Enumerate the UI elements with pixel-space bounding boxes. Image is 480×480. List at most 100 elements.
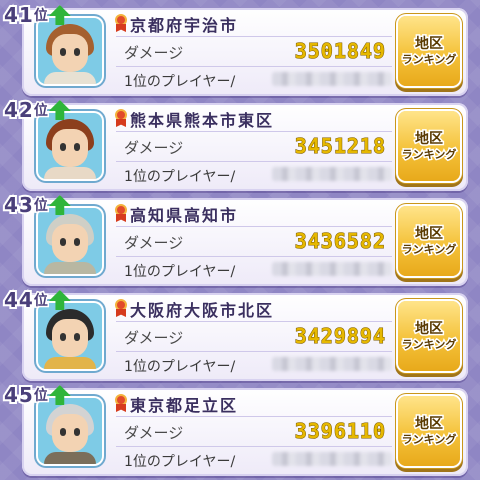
medal-ribbon-icon (114, 394, 128, 412)
button-line2: ランキング (400, 241, 458, 257)
avatar-face (52, 34, 88, 72)
avatar-right-eye (74, 143, 80, 151)
avatar-face (52, 224, 88, 262)
ranking-row: 42 位 熊本県熊本市東区 ダメージ 3451218 1位のプレイヤー/ 地区 … (2, 96, 468, 191)
rank-suffix: 位 (32, 197, 49, 216)
avatar-body (44, 262, 96, 274)
avatar-left-eye (60, 333, 66, 341)
avatar-body (44, 452, 96, 464)
button-line2: ランキング (400, 431, 458, 447)
rank-up-arrow-icon (48, 100, 71, 120)
button-line1: 地区 (414, 130, 445, 149)
divider (116, 446, 392, 447)
divider (116, 66, 392, 67)
avatar-left-eye (60, 238, 66, 246)
damage-label: ダメージ (124, 329, 184, 347)
top-player-label: 1位のプレイヤー/ (124, 74, 236, 90)
button-line1: 地区 (414, 320, 445, 339)
rank-up-arrow-icon (48, 195, 71, 215)
damage-value: 3429894 (294, 324, 386, 349)
avatar-face (52, 414, 88, 452)
ranking-list: 41 位 京都府宇治市 ダメージ 3501849 1位のプレイヤー/ 地区 ラン… (0, 0, 480, 480)
region-name: 高知県高知市 (130, 206, 239, 225)
rank-number: 44 (2, 286, 35, 314)
rank-up-arrow-icon (48, 5, 71, 25)
top-player-name-blurred (272, 72, 392, 86)
region-name: 京都府宇治市 (130, 16, 239, 35)
damage-label: ダメージ (124, 139, 184, 157)
medal-ribbon-icon (114, 299, 128, 317)
damage-label: ダメージ (124, 44, 184, 62)
avatar-face (52, 129, 88, 167)
avatar-face (52, 319, 88, 357)
top-player-name-blurred (272, 357, 392, 371)
rank-suffix: 位 (32, 387, 49, 406)
rank-number: 42 (2, 96, 35, 124)
rank-suffix: 位 (32, 102, 49, 121)
rank-badge: 44 位 (2, 286, 71, 314)
divider (116, 256, 392, 257)
region-ranking-button[interactable]: 地区 ランキング (398, 16, 460, 86)
rank-up-arrow-icon (48, 290, 71, 310)
medal-ribbon-icon (114, 14, 128, 32)
avatar-right-eye (74, 48, 80, 56)
button-line2: ランキング (400, 51, 458, 67)
ranking-row: 41 位 京都府宇治市 ダメージ 3501849 1位のプレイヤー/ 地区 ラン… (2, 1, 468, 96)
divider (116, 416, 392, 417)
rank-badge: 43 位 (2, 191, 71, 219)
divider (116, 36, 392, 37)
rank-suffix: 位 (32, 7, 49, 26)
divider (116, 161, 392, 162)
damage-label: ダメージ (124, 424, 184, 442)
button-line2: ランキング (400, 336, 458, 352)
divider (116, 226, 392, 227)
top-player-label: 1位のプレイヤー/ (124, 169, 236, 185)
region-name: 大阪府大阪市北区 (130, 301, 275, 320)
damage-value: 3501849 (294, 39, 386, 64)
ranking-row: 44 位 大阪府大阪市北区 ダメージ 3429894 1位のプレイヤー/ 地区 … (2, 286, 468, 381)
damage-value: 3396110 (294, 419, 386, 444)
ranking-row: 45 位 東京都足立区 ダメージ 3396110 1位のプレイヤー/ 地区 ラン… (2, 381, 468, 476)
top-player-label: 1位のプレイヤー/ (124, 264, 236, 280)
avatar-left-eye (60, 428, 66, 436)
rank-up-arrow-icon (48, 385, 71, 405)
top-player-label: 1位のプレイヤー/ (124, 454, 236, 470)
region-name: 熊本県熊本市東区 (130, 111, 275, 130)
top-player-name-blurred (272, 452, 392, 466)
divider (116, 131, 392, 132)
rank-badge: 45 位 (2, 381, 71, 409)
region-name: 東京都足立区 (130, 396, 239, 415)
rank-badge: 42 位 (2, 96, 71, 124)
rank-suffix: 位 (32, 292, 49, 311)
avatar-body (44, 72, 96, 84)
avatar-left-eye (60, 48, 66, 56)
rank-number: 43 (2, 191, 35, 219)
avatar-right-eye (74, 428, 80, 436)
top-player-name-blurred (272, 262, 392, 276)
divider (116, 321, 392, 322)
damage-value: 3436582 (294, 229, 386, 254)
avatar-body (44, 357, 96, 369)
avatar-right-eye (74, 238, 80, 246)
top-player-label: 1位のプレイヤー/ (124, 359, 236, 375)
button-line2: ランキング (400, 146, 458, 162)
avatar-left-eye (60, 143, 66, 151)
medal-ribbon-icon (114, 204, 128, 222)
rank-number: 41 (2, 1, 35, 29)
button-line1: 地区 (414, 225, 445, 244)
medal-ribbon-icon (114, 109, 128, 127)
button-line1: 地区 (414, 35, 445, 54)
divider (116, 351, 392, 352)
region-ranking-button[interactable]: 地区 ランキング (398, 111, 460, 181)
region-ranking-button[interactable]: 地区 ランキング (398, 206, 460, 276)
avatar-right-eye (74, 333, 80, 341)
damage-value: 3451218 (294, 134, 386, 159)
button-line1: 地区 (414, 415, 445, 434)
rank-number: 45 (2, 381, 35, 409)
region-ranking-button[interactable]: 地区 ランキング (398, 396, 460, 466)
region-ranking-button[interactable]: 地区 ランキング (398, 301, 460, 371)
top-player-name-blurred (272, 167, 392, 181)
avatar-body (44, 167, 96, 179)
damage-label: ダメージ (124, 234, 184, 252)
rank-badge: 41 位 (2, 1, 71, 29)
